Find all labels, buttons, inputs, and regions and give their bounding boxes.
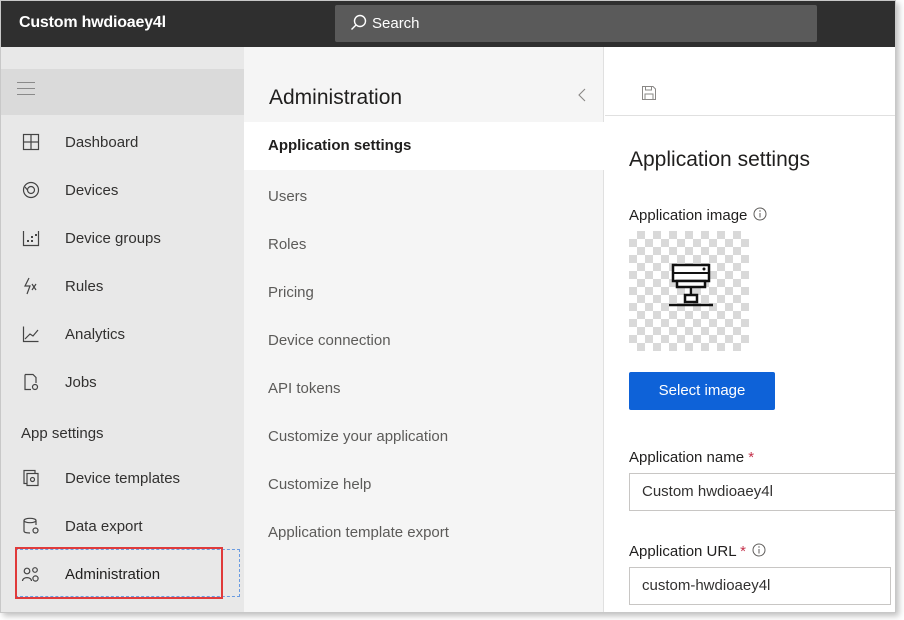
search-icon [351, 14, 367, 30]
admin-item-application-settings[interactable]: Application settings [244, 122, 604, 170]
device-groups-icon [22, 231, 40, 247]
admin-item-label: Application template export [268, 524, 449, 541]
device-templates-icon [23, 469, 39, 487]
info-icon[interactable] [753, 207, 767, 221]
application-url-label: Application URL * [629, 543, 766, 560]
admin-item-roles[interactable]: Roles [244, 221, 604, 269]
device-icon [669, 263, 713, 307]
page-title: Application settings [629, 148, 810, 171]
admin-item-pricing[interactable]: Pricing [244, 269, 604, 317]
selection-highlight-box [15, 547, 223, 599]
nav-label: Device groups [65, 230, 161, 247]
admin-item-label: Device connection [268, 332, 391, 349]
dashboard-icon [22, 133, 40, 151]
search-box[interactable]: Search [335, 5, 817, 42]
admin-item-label: Pricing [268, 284, 314, 301]
application-url-label-text: Application URL [629, 543, 736, 560]
app-window: Custom hwdioaey4l Search Dashboard Devic… [0, 0, 896, 613]
admin-item-customize-help[interactable]: Customize help [244, 461, 604, 509]
nav-section-app-settings: App settings [21, 425, 104, 442]
application-url-input[interactable]: custom-hwdioaey4l [629, 567, 891, 605]
application-name-input[interactable]: Custom hwdioaey4l [629, 473, 895, 511]
save-icon[interactable] [641, 85, 657, 101]
jobs-icon [24, 373, 39, 391]
select-image-button[interactable]: Select image [629, 372, 775, 410]
app-title: Custom hwdioaey4l [19, 14, 166, 31]
content-toolbar [605, 69, 895, 116]
nav-item-dashboard[interactable]: Dashboard [1, 119, 244, 167]
admin-item-device-connection[interactable]: Device connection [244, 317, 604, 365]
application-image-label-text: Application image [629, 207, 748, 224]
devices-icon [22, 181, 40, 199]
rules-icon [24, 277, 37, 295]
top-bar: Custom hwdioaey4l Search [1, 1, 895, 47]
admin-item-label: Application settings [268, 137, 412, 154]
nav-label: Data export [65, 518, 143, 535]
admin-item-label: Customize your application [268, 428, 449, 445]
nav-label: Analytics [65, 326, 126, 343]
nav-item-rules[interactable]: Rules [1, 263, 244, 311]
admin-item-template-export[interactable]: Application template export [244, 509, 604, 557]
settings-content: Application settings Application image S… [605, 47, 895, 612]
administration-panel: Administration Application settings User… [244, 47, 604, 612]
admin-item-label: API tokens [268, 380, 341, 397]
hamburger-menu-icon[interactable] [17, 77, 35, 97]
application-image-preview [629, 231, 749, 351]
nav-label: Dashboard [65, 134, 139, 151]
nav-label: Device templates [65, 470, 181, 487]
admin-item-customize-application[interactable]: Customize your application [244, 413, 604, 461]
admin-item-label: Customize help [268, 476, 372, 493]
nav-item-device-templates[interactable]: Device templates [1, 455, 244, 503]
required-asterisk: * [748, 449, 755, 466]
required-asterisk: * [740, 543, 747, 560]
admin-item-label: Users [268, 188, 308, 205]
admin-item-users[interactable]: Users [244, 173, 604, 221]
nav-label: Rules [65, 278, 104, 295]
hamburger-row [1, 69, 244, 115]
nav-item-devices[interactable]: Devices [1, 167, 244, 215]
admin-item-api-tokens[interactable]: API tokens [244, 365, 604, 413]
chevron-left-icon[interactable] [577, 87, 587, 103]
admin-item-label: Roles [268, 236, 307, 253]
data-export-icon [23, 517, 39, 534]
nav-label: Jobs [65, 374, 97, 391]
nav-item-analytics[interactable]: Analytics [1, 311, 244, 359]
nav-item-data-export[interactable]: Data export [1, 503, 244, 551]
left-navigation: Dashboard Devices Device groups Rules An… [1, 47, 244, 612]
application-name-label: Application name * [629, 449, 754, 466]
nav-label: Devices [65, 182, 119, 199]
application-image-label: Application image [629, 207, 767, 224]
nav-item-jobs[interactable]: Jobs [1, 359, 244, 407]
panel-title: Administration [269, 86, 403, 109]
info-icon[interactable] [752, 543, 766, 557]
application-name-label-text: Application name [629, 449, 745, 466]
search-label: Search [372, 15, 420, 32]
analytics-icon [22, 326, 39, 343]
nav-item-device-groups[interactable]: Device groups [1, 215, 244, 263]
